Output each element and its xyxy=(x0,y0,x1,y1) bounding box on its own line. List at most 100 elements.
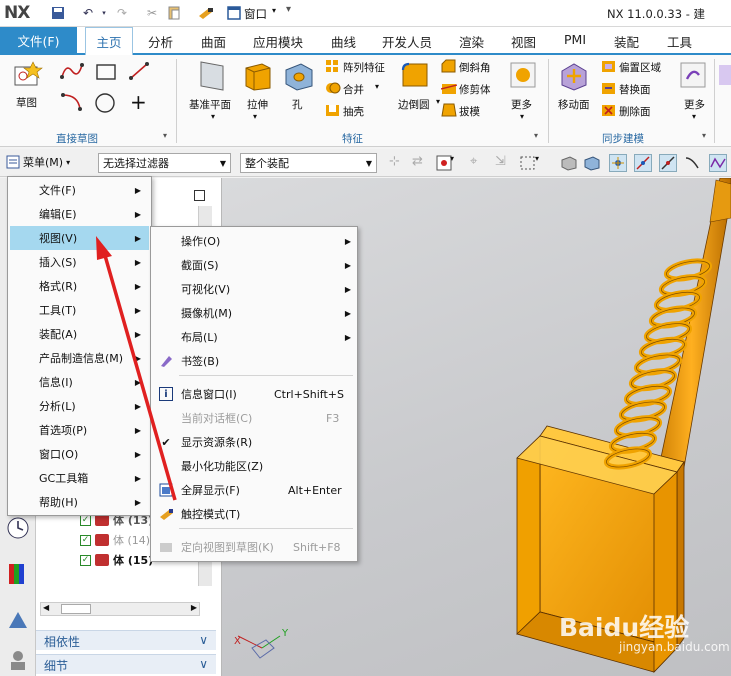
view-bookmark-item[interactable]: 书签(B) xyxy=(151,349,357,373)
main-menu-item[interactable]: 首选项(P) ▶ xyxy=(10,418,149,442)
tab-analysis[interactable]: 分析 xyxy=(148,32,173,51)
window-menu[interactable]: 窗口 xyxy=(244,6,267,22)
snap-end-icon[interactable] xyxy=(609,154,627,172)
tab-surface[interactable]: 曲面 xyxy=(201,32,226,51)
tab-home[interactable]: 主页 xyxy=(85,27,133,55)
view-visualization-item[interactable]: 可视化(V) ▶ xyxy=(151,277,357,301)
type-filter-select[interactable]: 无选择过滤器 ▼ xyxy=(98,153,231,173)
snap-tangent-icon[interactable] xyxy=(684,154,702,172)
edge-blend-dropdown-icon[interactable]: ▾ xyxy=(436,97,440,106)
trim-body-icon[interactable] xyxy=(440,81,458,98)
paste-icon[interactable] xyxy=(166,5,182,21)
main-menu-item[interactable]: 工具(T) ▶ xyxy=(10,298,149,322)
view-full-screen-item[interactable]: 全屏显示(F) Alt+Enter xyxy=(151,478,357,502)
edge-blend-label[interactable]: 边倒圆 xyxy=(398,97,430,112)
main-menu-item[interactable]: 视图(V) ▶ xyxy=(10,226,149,250)
more-sync-icon[interactable] xyxy=(679,61,707,92)
move-face-label[interactable]: 移动面 xyxy=(558,97,590,112)
extrude-label[interactable]: 拉伸 xyxy=(247,97,268,112)
replace-face-label[interactable]: 替换面 xyxy=(619,82,651,97)
checkbox-icon[interactable]: ✓ xyxy=(80,534,91,546)
tab-developer[interactable]: 开发人员 xyxy=(382,32,432,51)
shell-label[interactable]: 抽壳 xyxy=(343,104,364,119)
main-menu-item[interactable]: 帮助(H) ▶ xyxy=(10,490,149,514)
more-features-dropdown-icon[interactable]: ▾ xyxy=(520,112,524,121)
more-sync-label[interactable]: 更多 xyxy=(684,97,705,112)
shell-icon[interactable] xyxy=(325,103,341,120)
main-menu-item[interactable]: 装配(A) ▶ xyxy=(10,322,149,346)
unite-dropdown-icon[interactable]: ▾ xyxy=(375,82,379,91)
view-layout-item[interactable]: 布局(L) ▶ xyxy=(151,325,357,349)
scroll-left-icon[interactable]: ◀ xyxy=(43,603,49,612)
circle-icon[interactable] xyxy=(94,92,116,117)
cut-icon[interactable]: ✂ xyxy=(144,5,160,21)
details-panel-header[interactable]: 细节 ∨ xyxy=(36,654,216,674)
save-icon[interactable] xyxy=(50,5,66,21)
checkbox-icon[interactable]: ✓ xyxy=(80,514,91,526)
checkbox-icon[interactable]: ✓ xyxy=(80,554,91,566)
repeat-command-icon[interactable] xyxy=(198,5,214,21)
tree-row[interactable]: ✓ 体 (15) xyxy=(80,552,153,568)
more-features-label[interactable]: 更多 xyxy=(511,97,532,112)
tab-curve[interactable]: 曲线 xyxy=(331,32,356,51)
main-menu-item[interactable]: 插入(S) ▶ xyxy=(10,250,149,274)
tab-view[interactable]: 视图 xyxy=(511,32,536,51)
edge-blend-icon[interactable] xyxy=(399,60,431,95)
component-filter-icon[interactable] xyxy=(583,154,601,172)
extrude-dropdown-icon[interactable]: ▾ xyxy=(253,112,257,121)
unite-label[interactable]: 合并 xyxy=(343,82,364,97)
datum-plane-icon[interactable] xyxy=(197,60,227,95)
offset-region-icon[interactable] xyxy=(601,59,617,76)
body-filter-icon[interactable] xyxy=(560,154,578,172)
feature-dropdown-icon[interactable]: ▾ xyxy=(534,131,538,140)
snap-midpoint-icon[interactable] xyxy=(634,154,652,172)
main-menu-item[interactable]: 信息(I) ▶ xyxy=(10,370,149,394)
sketch-button[interactable] xyxy=(12,59,44,94)
replace-face-icon[interactable] xyxy=(601,81,617,98)
main-menu-item[interactable]: 格式(R) ▶ xyxy=(10,274,149,298)
horizontal-scrollbar[interactable]: ◀ ▶ xyxy=(40,602,200,616)
tab-applications[interactable]: 应用模块 xyxy=(253,32,303,51)
draft-icon[interactable] xyxy=(441,103,457,120)
pattern-feature-icon[interactable] xyxy=(325,59,341,76)
offset-region-label[interactable]: 偏置区域 xyxy=(619,60,661,75)
main-menu-item[interactable]: 分析(L) ▶ xyxy=(10,394,149,418)
arc-icon[interactable] xyxy=(60,91,84,116)
history-icon[interactable] xyxy=(6,516,30,540)
move-face-icon[interactable] xyxy=(558,59,590,94)
tree-row[interactable]: ✓ 体 (14) xyxy=(80,532,150,548)
view-camera-item[interactable]: 摄像机(M) ▶ xyxy=(151,301,357,325)
delete-face-label[interactable]: 删除面 xyxy=(619,104,651,119)
maximize-icon[interactable] xyxy=(194,190,205,201)
window-menu-dropdown-icon[interactable]: ▾ xyxy=(272,6,276,15)
reuse-library-icon[interactable] xyxy=(6,608,30,632)
direct-sketch-dropdown-icon[interactable]: ▾ xyxy=(163,131,167,140)
tab-pmi[interactable]: PMI xyxy=(564,32,586,47)
view-touch-mode-item[interactable]: 触控模式(T) xyxy=(151,502,357,526)
unite-icon[interactable] xyxy=(325,81,341,98)
view-section-item[interactable]: 截面(S) ▶ xyxy=(151,253,357,277)
profile-icon[interactable] xyxy=(60,61,84,84)
tab-file[interactable]: 文件(F) xyxy=(0,27,77,53)
sync-dropdown-icon[interactable]: ▾ xyxy=(702,131,706,140)
snap-control-point-icon[interactable] xyxy=(709,154,727,172)
window-icon[interactable] xyxy=(226,5,242,21)
snap-on-curve-icon[interactable] xyxy=(659,154,677,172)
view-minimize-ribbon-item[interactable]: 最小化功能区(Z) xyxy=(151,454,357,478)
undo-icon[interactable]: ↶ xyxy=(80,5,96,21)
redo-icon[interactable]: ↷ xyxy=(114,5,130,21)
more-features-icon[interactable] xyxy=(509,61,537,92)
draft-label[interactable]: 拔模 xyxy=(459,104,480,119)
view-show-resource-bar-item[interactable]: ✔ 显示资源条(R) xyxy=(151,430,357,454)
main-menu-item[interactable]: GC工具箱 ▶ xyxy=(10,466,149,490)
scrollbar-thumb[interactable] xyxy=(61,604,91,614)
color-palette-icon[interactable] xyxy=(6,562,30,586)
datum-plane-label[interactable]: 基准平面 xyxy=(189,97,231,112)
line-icon[interactable] xyxy=(128,61,150,84)
selection-scope-select[interactable]: 整个装配 ▼ xyxy=(240,153,377,173)
extrude-icon[interactable] xyxy=(242,60,274,95)
link-icon[interactable]: ⇲ xyxy=(495,154,513,172)
general-selection-icon[interactable]: ⊹ xyxy=(389,154,407,172)
chamfer-label[interactable]: 倒斜角 xyxy=(459,60,491,75)
pattern-feature-label[interactable]: 阵列特征 xyxy=(343,60,385,75)
